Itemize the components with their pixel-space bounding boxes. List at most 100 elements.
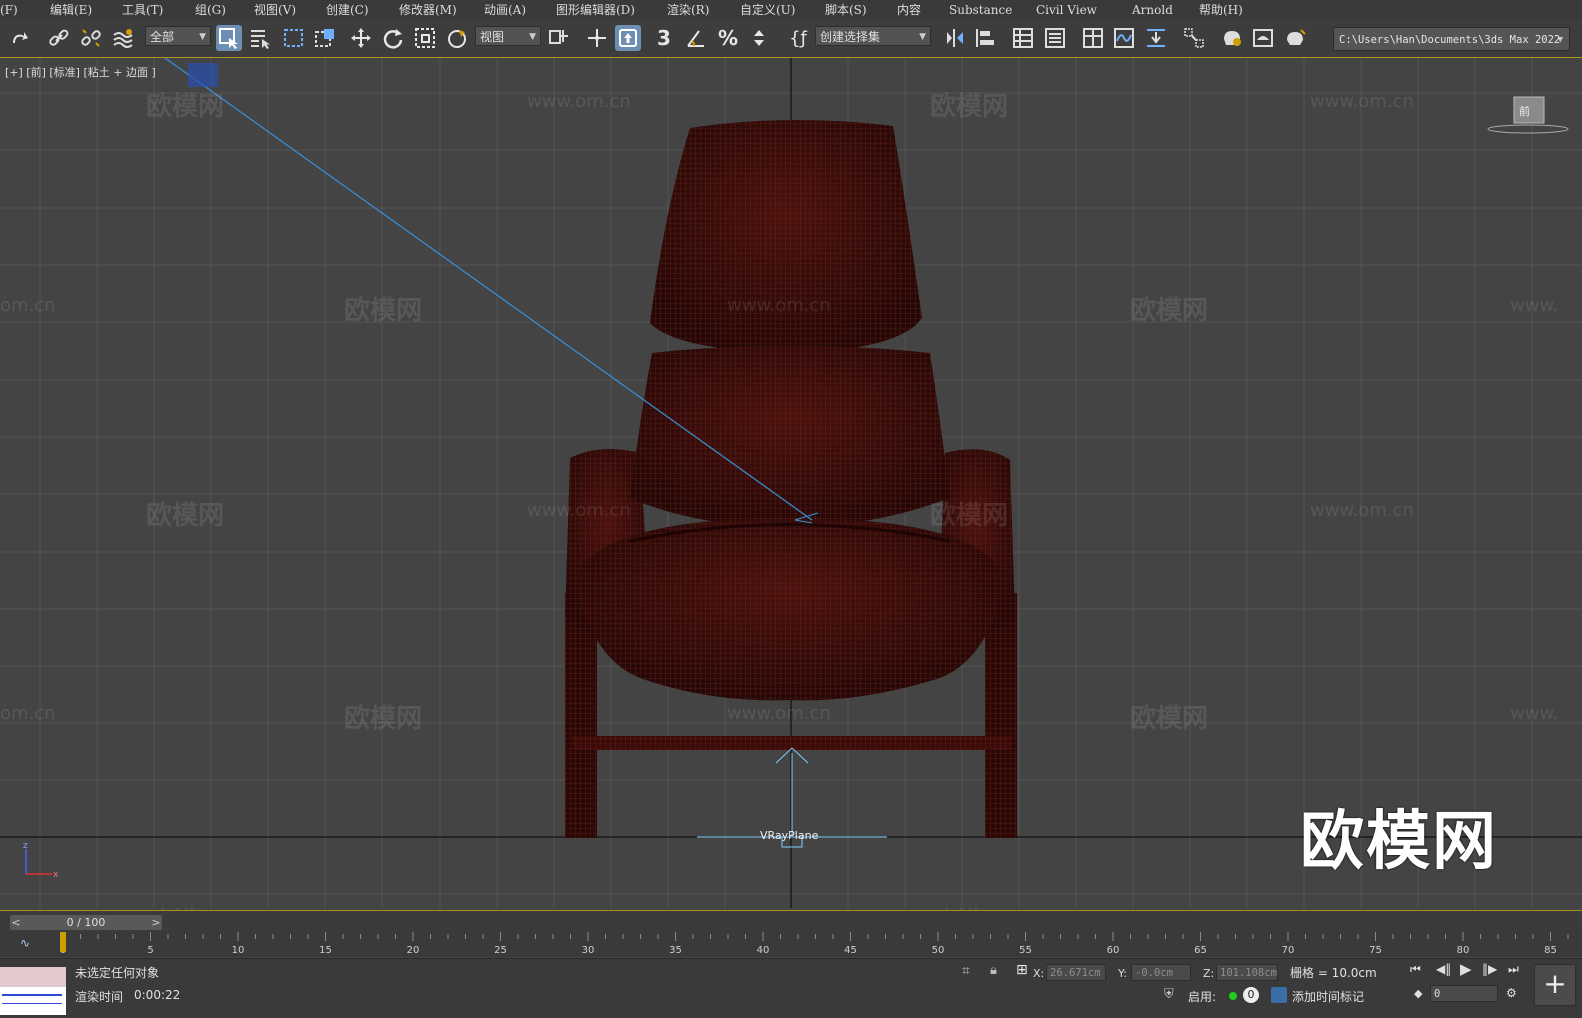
edit-named-selection-icon[interactable]: {ƒ	[785, 25, 811, 51]
mirror-icon[interactable]	[942, 25, 968, 51]
watermark: 欧模网	[146, 501, 225, 531]
viewcube-face[interactable]: 前	[1519, 103, 1530, 119]
render-production-icon[interactable]	[1282, 25, 1308, 51]
rotate-icon[interactable]	[380, 25, 406, 51]
link-icon[interactable]	[46, 25, 72, 51]
ruler-label: 50	[932, 945, 945, 956]
percent-snap-icon[interactable]: %	[715, 25, 741, 51]
keyboard-shortcut-override-icon[interactable]	[615, 25, 641, 51]
selection-filter-value: 全部	[150, 30, 175, 44]
key-mode-icon[interactable]: ◆	[1414, 987, 1422, 1000]
front-viewport[interactable]: z x [+] [前] [标准] [粘土 + 边面 ] 前 欧模网 www.om…	[0, 58, 1582, 908]
ruler-label: 20	[407, 945, 420, 956]
menu-animation[interactable]: 动画(A)	[484, 0, 526, 20]
named-selection-dropdown[interactable]: 创建选择集 ▼	[815, 26, 931, 46]
material-editor-icon[interactable]	[1181, 25, 1207, 51]
menu-customize[interactable]: 自定义(U)	[740, 0, 795, 20]
go-to-end-icon[interactable]: ⏭	[1508, 962, 1519, 977]
watermark: 欧模网	[1130, 296, 1209, 326]
snaps-toggle-icon[interactable]: 3	[651, 25, 677, 51]
align-icon[interactable]	[972, 25, 998, 51]
shield-icon[interactable]: ⛨	[1164, 987, 1174, 1002]
menu-rendering[interactable]: 渲染(R)	[667, 0, 709, 20]
watermark-url: www.om.cn	[527, 91, 631, 112]
z-coordinate-field[interactable]: 101.108cm	[1216, 964, 1278, 981]
curve-editor-icon[interactable]	[1111, 25, 1137, 51]
render-setup-icon[interactable]	[1219, 25, 1245, 51]
ruler-label: 10	[232, 945, 245, 956]
layer-explorer-icon[interactable]	[1042, 25, 1068, 51]
time-tag-icon[interactable]	[1271, 987, 1287, 1003]
add-time-tag[interactable]: 添加时间标记	[1292, 988, 1364, 1005]
ruler-label: 80	[1457, 945, 1470, 956]
schematic-view-icon[interactable]	[1143, 25, 1169, 51]
previous-frame-icon[interactable]: ◀‖	[1436, 962, 1451, 976]
watermark-url: om.cn	[0, 703, 56, 724]
render-time-label: 渲染时间	[75, 990, 124, 1004]
go-to-start-icon[interactable]: ⏮	[1410, 962, 1421, 977]
current-frame-spinner[interactable]: 0	[1430, 985, 1498, 1002]
mini-curve-editor-icon[interactable]: ∿	[20, 936, 30, 950]
play-icon[interactable]: ▶	[1460, 960, 1472, 978]
reference-coordinate-dropdown[interactable]: 视图 ▼	[475, 26, 541, 46]
toggle-ribbon-icon[interactable]	[1080, 25, 1106, 51]
menu-scripting[interactable]: 脚本(S)	[825, 0, 867, 20]
pivot-center-icon[interactable]	[546, 25, 572, 51]
select-object-icon[interactable]	[216, 25, 242, 51]
menu-help[interactable]: 帮助(H)	[1199, 0, 1243, 20]
viewport-label[interactable]: [+] [前] [标准] [粘土 + 边面 ]	[5, 64, 156, 80]
bind-space-warp-icon[interactable]	[110, 25, 136, 51]
prev-frame-icon[interactable]: <	[10, 915, 22, 930]
time-config-icon[interactable]: ⚙	[1506, 986, 1517, 1000]
status-green-dot	[1229, 992, 1237, 1000]
isolate-selection-icon[interactable]: ⌗	[962, 963, 970, 979]
time-slider[interactable]: < 0 / 100 >	[10, 915, 162, 930]
menu-civil-view[interactable]: Civil View	[1036, 0, 1097, 20]
selection-lock-icon[interactable]: 🔒︎	[990, 963, 997, 978]
maxscript-listener[interactable]	[0, 967, 66, 1015]
rect-selection-region-icon[interactable]	[281, 25, 307, 51]
move-icon[interactable]	[348, 25, 374, 51]
track-bar[interactable]: ∿ 0510152025303540455055606570758085	[0, 932, 1582, 957]
x-coordinate-field[interactable]: 26.671cm	[1046, 964, 1106, 981]
svg-text:z: z	[23, 841, 28, 851]
menu-group[interactable]: 组(G)	[195, 0, 226, 20]
ruler-label: 65	[1194, 945, 1207, 956]
ruler-label: 75	[1369, 945, 1382, 956]
project-path-text: C:\Users\Han\Documents\3ds Max 2022	[1339, 34, 1561, 46]
menu-file[interactable]: (F)	[0, 0, 18, 20]
enable-count-badge[interactable]: 0	[1243, 987, 1259, 1003]
menu-create[interactable]: 创建(C)	[326, 0, 369, 20]
rendered-frame-window-icon[interactable]	[1250, 25, 1276, 51]
select-by-name-icon[interactable]	[247, 25, 273, 51]
redo-icon[interactable]	[6, 25, 32, 51]
scene-explorer-icon[interactable]	[1010, 25, 1036, 51]
menu-edit[interactable]: 编辑(E)	[50, 0, 92, 20]
next-frame-icon[interactable]: >	[150, 915, 162, 930]
time-slider-bar: < 0 / 100 >	[0, 910, 1582, 933]
selection-filter-dropdown[interactable]: 全部 ▼	[145, 26, 211, 46]
next-frame-icon[interactable]: ‖▶	[1482, 962, 1497, 976]
unlink-icon[interactable]	[78, 25, 104, 51]
scale-icon[interactable]	[412, 25, 438, 51]
menu-substance[interactable]: Substance	[949, 0, 1012, 20]
menu-content[interactable]: 内容	[897, 0, 921, 20]
angle-snap-icon[interactable]	[683, 25, 709, 51]
absolute-mode-icon[interactable]: ⊞	[1016, 962, 1028, 978]
svg-text:x: x	[53, 870, 59, 880]
spinner-snap-icon[interactable]	[747, 25, 773, 51]
menu-modifiers[interactable]: 修改器(M)	[399, 0, 457, 20]
place-object-icon[interactable]	[444, 25, 470, 51]
window-crossing-icon[interactable]	[312, 25, 338, 51]
menu-tools[interactable]: 工具(T)	[122, 0, 163, 20]
select-manipulate-icon[interactable]	[584, 25, 610, 51]
y-coordinate-field[interactable]: -0.0cm	[1131, 964, 1191, 981]
menu-arnold[interactable]: Arnold	[1132, 0, 1173, 20]
watermark-url: www.om.cn	[727, 703, 831, 724]
selection-status: 未选定任何对象	[75, 966, 160, 980]
add-viewport-icon[interactable]: +	[1534, 964, 1576, 1006]
watermark: 欧模网	[344, 704, 423, 734]
menu-graph-editors[interactable]: 图形编辑器(D)	[556, 0, 635, 20]
menu-views[interactable]: 视图(V)	[254, 0, 296, 20]
project-path-field[interactable]: C:\Users\Han\Documents\3ds Max 2022 ▼	[1333, 27, 1570, 51]
